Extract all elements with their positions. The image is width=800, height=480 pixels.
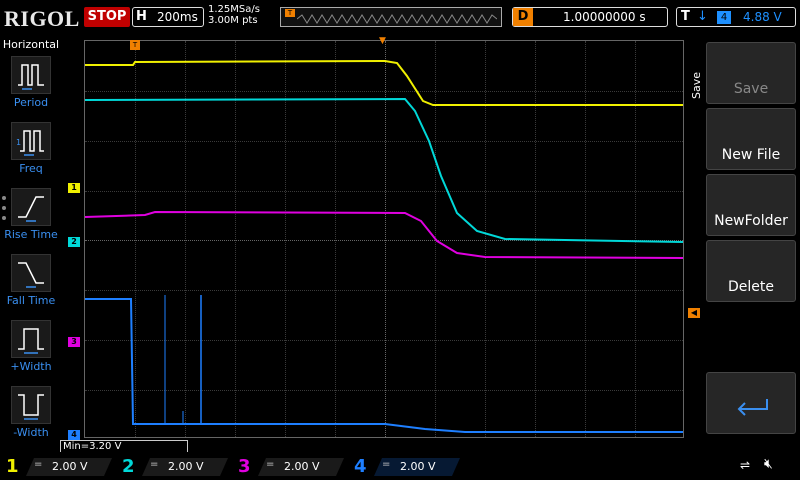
ch4-scale: 2.00 V	[400, 460, 436, 473]
sample-rate: 1.25MSa/s	[208, 4, 260, 15]
measure-fall-time[interactable]: Fall Time	[0, 254, 62, 316]
ch4-offset-marker[interactable]: 4	[68, 430, 80, 440]
measure-period-label: Period	[13, 96, 49, 109]
run-stop-status[interactable]: STOP	[84, 7, 130, 27]
delete-button-label: Delete	[728, 279, 774, 295]
measure-rise-time-label: Rise Time	[4, 228, 58, 241]
delay-value: 1.00000000 s	[563, 10, 646, 24]
ch3-trace	[85, 210, 683, 259]
timebase-value: 200ms	[157, 10, 198, 24]
memory-timeline: T	[280, 7, 502, 27]
freq-icon: 1	[11, 122, 51, 160]
memory-depth: 3.00M pts	[208, 15, 258, 26]
timeline-trigger-marker: T	[285, 9, 295, 17]
usb-icon: ⇌	[740, 458, 751, 472]
ch2-number: 2	[122, 456, 135, 477]
waveform-display[interactable]	[84, 40, 684, 438]
measure-neg-width[interactable]: -Width	[0, 386, 62, 448]
save-menu-panel: Save Save New File NewFolder Delete	[688, 36, 800, 452]
ch1-scale: 2.00 V	[52, 460, 88, 473]
horizontal-timebase[interactable]: H 200ms	[132, 7, 204, 27]
new-file-button[interactable]: New File	[706, 108, 796, 170]
horizontal-label: H	[136, 9, 147, 24]
falling-edge-icon: ↓	[697, 9, 708, 24]
horizontal-delay[interactable]: D 1.00000000 s	[512, 7, 668, 27]
new-file-button-label: New File	[721, 147, 781, 163]
measure-rise-time[interactable]: Rise Time	[0, 188, 62, 250]
ch4-number: 4	[354, 456, 367, 477]
speaker-mute-icon[interactable]: 🔇︎	[764, 456, 773, 472]
ch3-offset-marker[interactable]: 3	[68, 337, 80, 347]
new-folder-button-label: NewFolder	[714, 213, 788, 229]
measure-neg-width-label: -Width	[13, 426, 49, 439]
ch2-offset-marker[interactable]: 2	[68, 237, 80, 247]
brand-logo: RIGOL	[4, 6, 80, 31]
dc-coupling-icon: =	[266, 459, 275, 470]
return-icon	[737, 399, 768, 416]
ch1-offset-marker[interactable]: 1	[68, 183, 80, 193]
rise-time-icon	[11, 188, 51, 226]
measure-fall-time-label: Fall Time	[6, 294, 56, 307]
panel-title: Save	[690, 72, 703, 100]
measure-sidebar: Horizontal Period 1 Freq Rise Time Fall …	[0, 36, 62, 452]
measure-pos-width-label: +Width	[10, 360, 52, 373]
ch4-trace	[85, 298, 683, 433]
neg-width-icon	[11, 386, 51, 424]
delete-button[interactable]: Delete	[706, 240, 796, 302]
ch2-scale: 2.00 V	[168, 460, 204, 473]
trigger-position-marker[interactable]: T	[130, 40, 140, 50]
dc-coupling-icon: =	[34, 459, 43, 470]
ch2-status[interactable]: 2 = 2.00 V	[116, 454, 232, 478]
ch4-status[interactable]: 4 = 2.00 V	[348, 454, 464, 478]
ch1-status[interactable]: 1 = 2.00 V	[0, 454, 116, 478]
ch3-status[interactable]: 3 = 2.00 V	[232, 454, 348, 478]
trigger-level: 4.88 V	[743, 10, 782, 24]
sidebar-title: Horizontal	[2, 38, 60, 51]
channel-status-bar: 1 = 2.00 V 2 = 2.00 V 3 = 2.00 V 4 = 2.0…	[0, 452, 800, 480]
measure-freq[interactable]: 1 Freq	[0, 122, 62, 184]
fall-time-icon	[11, 254, 51, 292]
save-button-label: Save	[733, 81, 769, 97]
trigger-label: T	[681, 9, 690, 24]
waveform-traces	[85, 59, 683, 433]
ch1-number: 1	[6, 456, 19, 477]
ch3-scale: 2.00 V	[284, 460, 320, 473]
save-button[interactable]: Save	[706, 42, 796, 104]
trigger-source: 4	[717, 11, 731, 24]
measure-freq-label: Freq	[19, 162, 43, 175]
delay-label: D	[513, 8, 533, 26]
timeline-wave-icon	[297, 14, 497, 24]
center-marker-icon: ▼	[379, 36, 386, 46]
top-bar: RIGOL STOP H 200ms 1.25MSa/s 3.00M pts T…	[0, 0, 800, 36]
ch3-number: 3	[238, 456, 251, 477]
measure-period[interactable]: Period	[0, 56, 62, 118]
svg-text:1: 1	[16, 138, 21, 147]
measure-pos-width[interactable]: +Width	[0, 320, 62, 382]
period-icon	[11, 56, 51, 94]
trigger-status[interactable]: T ↓ 4 4.88 V	[676, 7, 796, 27]
acquisition-info: 1.25MSa/s 3.00M pts	[208, 4, 260, 26]
dc-coupling-icon: =	[150, 459, 159, 470]
pos-width-icon	[11, 320, 51, 358]
ch2-trace	[85, 97, 683, 243]
return-button[interactable]	[706, 372, 796, 434]
dc-coupling-icon: =	[382, 459, 391, 470]
new-folder-button[interactable]: NewFolder	[706, 174, 796, 236]
